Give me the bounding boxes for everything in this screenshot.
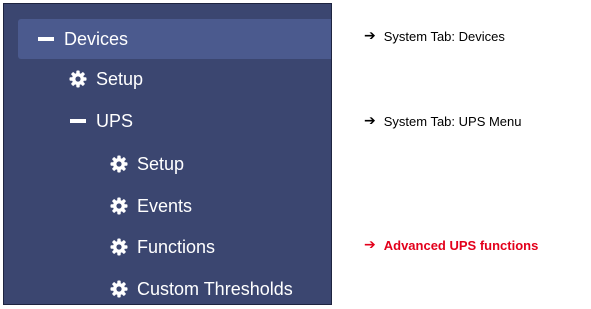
gear-icon	[110, 155, 128, 173]
nav-item-setup[interactable]: Setup	[4, 59, 331, 99]
nav-item-ups[interactable]: UPS	[4, 101, 331, 141]
nav-item-label: Custom Thresholds	[137, 278, 293, 299]
nav-item-ups-setup[interactable]: Setup	[4, 144, 331, 184]
gear-icon	[69, 70, 87, 88]
annotation-text: Advanced UPS functions	[383, 237, 539, 253]
nav-item-events[interactable]: Events	[4, 186, 331, 226]
arrow-right-icon: ➔	[364, 28, 376, 44]
nav-item-label: Setup	[96, 68, 144, 89]
gear-icon	[110, 280, 128, 298]
nav-item-label: Events	[137, 195, 193, 216]
arrow-right-icon: ➔	[364, 237, 376, 253]
nav-item-functions[interactable]: Functions	[4, 227, 331, 267]
gear-icon	[110, 197, 128, 215]
annotation-text: System Tab: UPS Menu	[383, 113, 522, 129]
annotation-advanced: ➔ Advanced UPS functions	[364, 237, 538, 253]
device-tree-panel: Devices Setup UPS Setup Events Functions…	[3, 3, 332, 305]
minus-icon	[70, 119, 86, 123]
annotation-ups-menu: ➔ System Tab: UPS Menu	[364, 113, 522, 129]
nav-item-label: UPS	[96, 110, 134, 131]
gear-icon	[110, 238, 128, 256]
annotation-text: System Tab: Devices	[383, 28, 505, 44]
nav-item-label: Functions	[137, 236, 216, 257]
nav-item-label: Setup	[137, 153, 185, 174]
nav-item-custom-thresholds[interactable]: Custom Thresholds	[4, 269, 331, 304]
minus-icon	[38, 37, 54, 41]
nav-item-label: Devices	[64, 28, 129, 49]
arrow-right-icon: ➔	[364, 113, 376, 129]
annotation-devices: ➔ System Tab: Devices	[364, 28, 505, 44]
nav-item-devices[interactable]: Devices	[18, 19, 331, 59]
